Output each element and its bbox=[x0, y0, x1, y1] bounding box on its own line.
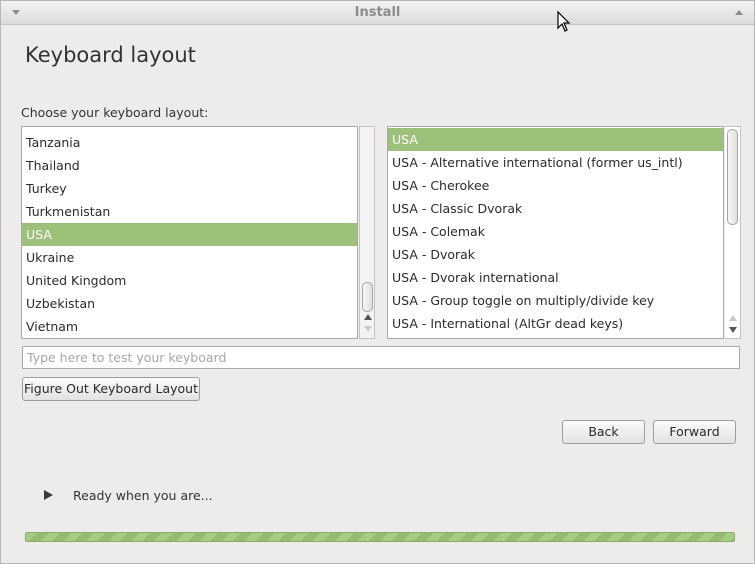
scroll-down-icon[interactable] bbox=[364, 326, 372, 332]
mouse-cursor-icon bbox=[557, 10, 571, 32]
variant-list-item[interactable]: USA - International (AltGr dead keys) bbox=[388, 312, 723, 335]
country-list-item[interactable]: USA bbox=[22, 223, 357, 246]
variant-list-item[interactable]: USA - Cherokee bbox=[388, 174, 723, 197]
variant-list-item[interactable]: USA - Alternative international (former … bbox=[388, 151, 723, 174]
variant-scroll-thumb[interactable] bbox=[727, 129, 738, 225]
country-list-item[interactable]: United Kingdom bbox=[22, 269, 357, 292]
country-scroll-thumb[interactable] bbox=[362, 282, 373, 312]
variant-list-item[interactable]: USA - Colemak bbox=[388, 220, 723, 243]
country-list-item[interactable]: Thailand bbox=[22, 154, 357, 177]
figure-out-layout-button[interactable]: Figure Out Keyboard Layout bbox=[22, 377, 200, 401]
progress-bar bbox=[25, 532, 735, 542]
choose-layout-label: Choose your keyboard layout: bbox=[21, 105, 209, 120]
country-list-item[interactable]: Ukraine bbox=[22, 246, 357, 269]
progress-fill bbox=[26, 533, 734, 541]
country-list-item[interactable]: Uzbekistan bbox=[22, 292, 357, 315]
scroll-down-icon[interactable] bbox=[729, 327, 737, 333]
variant-list-item[interactable]: USA bbox=[388, 128, 723, 151]
country-list-item[interactable]: Turkey bbox=[22, 177, 357, 200]
country-list-item[interactable]: Vietnam bbox=[22, 315, 357, 338]
country-list-item[interactable]: Tanzania bbox=[22, 131, 357, 154]
page-title: Keyboard layout bbox=[25, 43, 196, 67]
installer-window: Install Keyboard layout Choose your keyb… bbox=[0, 0, 755, 564]
variant-list-item[interactable]: USA - Dvorak bbox=[388, 243, 723, 266]
variant-list-item[interactable]: USA - Dvorak international bbox=[388, 266, 723, 289]
variant-list-scrollbar[interactable] bbox=[725, 126, 741, 339]
country-list-scrollbar[interactable] bbox=[359, 126, 375, 339]
scroll-up-icon[interactable] bbox=[729, 315, 737, 321]
status-text: Ready when you are... bbox=[73, 488, 213, 503]
scroll-up-icon[interactable] bbox=[364, 314, 372, 320]
keyboard-test-input[interactable] bbox=[22, 346, 740, 369]
variant-list-item[interactable]: USA - Group toggle on multiply/divide ke… bbox=[388, 289, 723, 312]
play-icon bbox=[44, 490, 53, 500]
title-bar[interactable]: Install bbox=[1, 1, 754, 25]
country-list[interactable]: Tanzania Thailand Turkey Turkmenistan USA Ukr… bbox=[21, 126, 358, 339]
back-button[interactable]: Back bbox=[562, 420, 645, 444]
variant-list[interactable]: USA USA - Alternative international (form… bbox=[387, 126, 724, 339]
maximize-icon[interactable] bbox=[735, 10, 743, 15]
window-title: Install bbox=[354, 5, 401, 20]
country-list-item[interactable]: Turkmenistan bbox=[22, 200, 357, 223]
forward-button[interactable]: Forward bbox=[653, 420, 736, 444]
variant-list-item[interactable]: USA - Classic Dvorak bbox=[388, 197, 723, 220]
